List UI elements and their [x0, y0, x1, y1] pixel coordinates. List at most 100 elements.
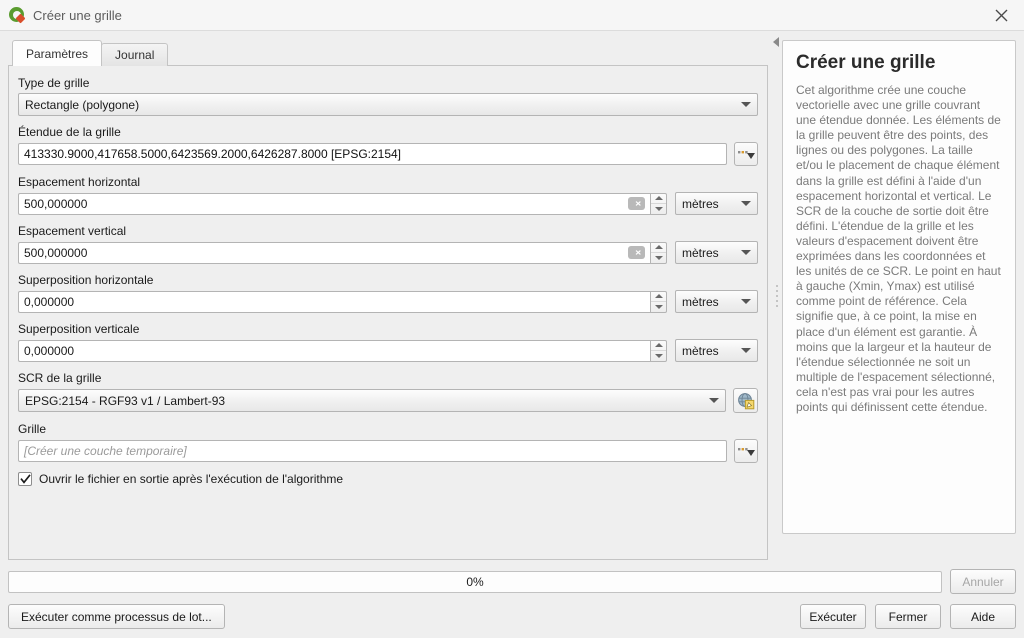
help-button-label: Aide — [970, 609, 996, 624]
clear-icon[interactable] — [628, 197, 645, 210]
help-box[interactable]: Créer une grille Cet algorithme crée une… — [782, 40, 1016, 534]
content-area: Paramètres Journal Type de grille Rectan… — [0, 31, 1024, 561]
cancel-button-label: Annuler — [962, 574, 1004, 589]
horizontal-spacing-input[interactable]: 500,000000 — [18, 192, 650, 215]
field-vertical-spacing: Espacement vertical 500,000000 mètres — [18, 224, 758, 264]
crs-label: SCR de la grille — [18, 371, 102, 385]
field-extent: Étendue de la grille 413330.9000,417658.… — [18, 125, 758, 166]
chevron-down-icon — [741, 102, 751, 107]
field-horizontal-overlay: Superposition horizontale 0,000000 mètre… — [18, 273, 758, 313]
output-grid-input[interactable]: [Créer une couche temporaire] — [18, 440, 727, 462]
field-crs: SCR de la grille EPSG:2154 - RGF93 v1 / … — [18, 371, 758, 413]
open-output-checkbox-row[interactable]: Ouvrir le fichier en sortie après l'exéc… — [18, 472, 758, 486]
run-as-batch-button[interactable]: Exécuter comme processus de lot... — [8, 604, 225, 629]
open-output-checkbox[interactable] — [18, 472, 32, 486]
horizontal-spacing-stepper[interactable]: 500,000000 — [18, 192, 667, 215]
horizontal-overlay-stepper[interactable]: 0,000000 — [18, 290, 667, 313]
horizontal-overlay-unit-combo[interactable]: mètres — [675, 290, 758, 313]
vertical-spacing-label: Espacement vertical — [18, 224, 127, 238]
progress-percent: 0% — [466, 574, 484, 589]
help-title: Créer une grille — [796, 52, 936, 73]
help-body: Cet algorithme crée une couche vectoriel… — [796, 83, 1001, 414]
tab-parametres[interactable]: Paramètres — [12, 40, 103, 66]
spin-down-icon[interactable] — [651, 302, 666, 312]
splitter-grip — [776, 285, 778, 307]
spin-up-icon[interactable] — [651, 292, 666, 302]
horizontal-spacing-label: Espacement horizontal — [18, 175, 141, 189]
vertical-overlay-unit-combo[interactable]: mètres — [675, 339, 758, 362]
collapse-left-icon[interactable] — [773, 37, 779, 47]
close-button-label: Fermer — [888, 609, 928, 624]
extent-browse-button[interactable] — [734, 142, 758, 166]
spin-up-icon[interactable] — [651, 341, 666, 351]
extent-value: 413330.9000,417658.5000,6423569.2000,642… — [24, 147, 402, 161]
vertical-spacing-input[interactable]: 500,000000 — [18, 241, 650, 264]
run-button[interactable]: Exécuter — [800, 604, 866, 629]
title-bar: Créer une grille — [0, 0, 1024, 31]
chevron-down-icon — [741, 250, 751, 255]
grid-type-value: Rectangle (polygone) — [25, 97, 140, 112]
output-grid-placeholder: [Créer une couche temporaire] — [24, 444, 187, 458]
chevron-down-icon — [741, 299, 751, 304]
horizontal-spacing-unit-combo[interactable]: mètres — [675, 192, 758, 215]
help-button[interactable]: Aide — [950, 604, 1016, 629]
run-as-batch-label: Exécuter comme processus de lot... — [21, 609, 212, 624]
progress-bar: 0% — [8, 570, 942, 593]
action-buttons-row: Exécuter comme processus de lot... Exécu… — [8, 604, 1016, 629]
spin-down-icon[interactable] — [651, 351, 666, 361]
grid-type-combo[interactable]: Rectangle (polygone) — [18, 93, 758, 116]
field-horizontal-spacing: Espacement horizontal 500,000000 mètres — [18, 175, 758, 215]
extent-input[interactable]: 413330.9000,417658.5000,6423569.2000,642… — [18, 143, 727, 165]
close-icon[interactable] — [978, 0, 1024, 31]
vertical-spacing-stepper[interactable]: 500,000000 — [18, 241, 667, 264]
chevron-down-icon — [741, 201, 751, 206]
grid-type-label: Type de grille — [18, 76, 90, 90]
spin-up-icon[interactable] — [651, 194, 666, 204]
tab-parametres-label: Paramètres — [26, 46, 89, 61]
close-button[interactable]: Fermer — [875, 604, 941, 629]
horizontal-spacing-value: 500,000000 — [24, 196, 88, 211]
vertical-overlay-value: 0,000000 — [24, 343, 75, 358]
parameters-scroll-area[interactable]: Type de grille Rectangle (polygone) Éten… — [8, 66, 768, 560]
cancel-button[interactable]: Annuler — [950, 569, 1016, 594]
window-title: Créer une grille — [33, 7, 122, 23]
crs-select-button[interactable] — [733, 388, 758, 413]
clear-icon[interactable] — [628, 246, 645, 259]
horizontal-spacing-unit: mètres — [682, 196, 719, 211]
crs-combo[interactable]: EPSG:2154 - RGF93 v1 / Lambert-93 — [18, 389, 726, 412]
output-grid-label: Grille — [18, 422, 47, 436]
spin-up-icon[interactable] — [651, 243, 666, 253]
vertical-spacing-spin-buttons[interactable] — [650, 241, 667, 264]
vertical-overlay-stepper[interactable]: 0,000000 — [18, 339, 667, 362]
horizontal-overlay-unit: mètres — [682, 294, 719, 309]
tab-journal[interactable]: Journal — [101, 43, 169, 66]
spin-down-icon[interactable] — [651, 253, 666, 263]
tab-journal-label: Journal — [115, 48, 155, 62]
vertical-overlay-spin-buttons[interactable] — [650, 339, 667, 362]
field-vertical-overlay: Superposition verticale 0,000000 mètres — [18, 322, 758, 362]
horizontal-overlay-input[interactable]: 0,000000 — [18, 290, 650, 313]
vertical-overlay-label: Superposition verticale — [18, 322, 140, 336]
output-grid-browse-button[interactable] — [734, 439, 758, 463]
bottom-bar: 0% Annuler Exécuter comme processus de l… — [0, 561, 1024, 638]
help-pane: Créer une grille Cet algorithme crée une… — [782, 31, 1024, 561]
horizontal-overlay-value: 0,000000 — [24, 294, 75, 309]
chevron-down-icon — [709, 398, 719, 403]
vertical-spacing-value: 500,000000 — [24, 245, 88, 260]
vertical-spacing-unit-combo[interactable]: mètres — [675, 241, 758, 264]
vertical-overlay-input[interactable]: 0,000000 — [18, 339, 650, 362]
vertical-overlay-unit: mètres — [682, 343, 719, 358]
progress-row: 0% Annuler — [8, 561, 1016, 594]
open-output-label: Ouvrir le fichier en sortie après l'exéc… — [39, 472, 344, 486]
spin-down-icon[interactable] — [651, 204, 666, 214]
settings-pane: Paramètres Journal Type de grille Rectan… — [0, 31, 772, 561]
horizontal-spacing-spin-buttons[interactable] — [650, 192, 667, 215]
dialog-buttons: Exécuter Fermer Aide — [800, 604, 1016, 629]
dialog-body: Paramètres Journal Type de grille Rectan… — [0, 31, 1024, 638]
field-output-grid: Grille [Créer une couche temporaire] — [18, 422, 758, 463]
qgis-logo-icon — [8, 6, 26, 24]
pane-splitter[interactable] — [772, 31, 782, 561]
field-grid-type: Type de grille Rectangle (polygone) — [18, 76, 758, 116]
horizontal-overlay-spin-buttons[interactable] — [650, 290, 667, 313]
chevron-down-icon — [741, 348, 751, 353]
